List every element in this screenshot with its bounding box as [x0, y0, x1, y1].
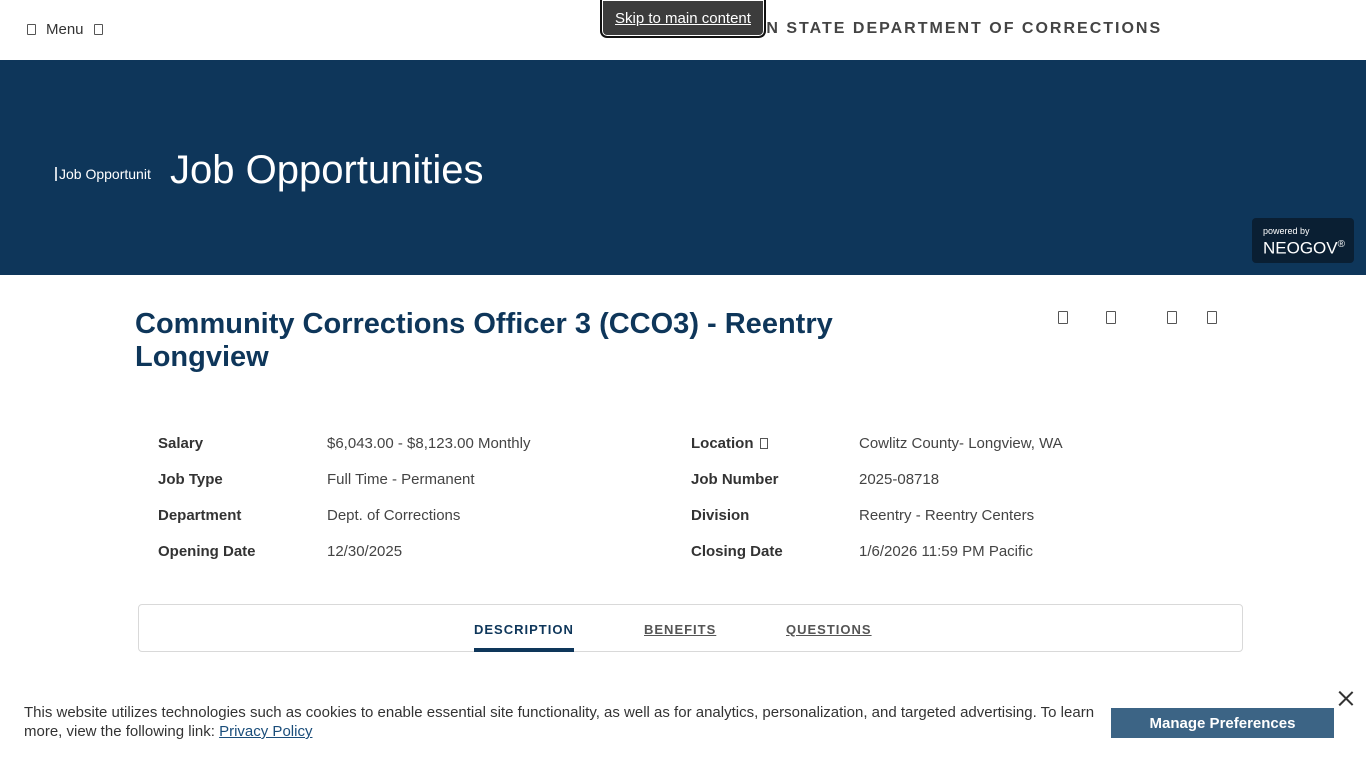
tab-questions[interactable]: QUESTIONS: [786, 622, 872, 637]
opening-date-value: 12/30/2025: [327, 543, 403, 560]
detail-row: Job Type Full Time - Permanent Job Numbe…: [158, 471, 1258, 491]
closing-date-label: Closing Date: [691, 543, 783, 560]
job-number-value: 2025-08718: [859, 471, 940, 488]
agency-logo: Job Opportunities: [55, 163, 151, 185]
salary-label: Salary: [158, 435, 204, 452]
location-label[interactable]: Location: [691, 435, 768, 452]
email-icon[interactable]: [1106, 311, 1116, 324]
chevron-down-icon: [93, 24, 103, 35]
job-number-label: Job Number: [691, 471, 779, 488]
active-tab-indicator: [474, 648, 574, 652]
department-label: Department: [158, 507, 242, 524]
opening-date-label: Opening Date: [158, 543, 256, 560]
detail-row: Department Dept. of Corrections Division…: [158, 507, 1258, 527]
share-icon[interactable]: [1207, 311, 1217, 324]
location-value: Cowlitz County- Longview, WA: [859, 435, 1063, 452]
detail-row: Salary $6,043.00 - $8,123.00 Monthly Loc…: [158, 435, 1258, 455]
tab-description[interactable]: DESCRIPTION: [474, 622, 574, 637]
job-type-label: Job Type: [158, 471, 223, 488]
division-label: Division: [691, 507, 750, 524]
division-value: Reentry - Reentry Centers: [859, 507, 1035, 524]
registered-mark: ®: [1337, 239, 1345, 250]
close-icon[interactable]: [1338, 690, 1354, 706]
closing-date-value: 1/6/2026 11:59 PM Pacific: [859, 543, 1033, 560]
top-navbar: Menu WASHINGTON STATE DEPARTMENT OF CORR…: [0, 0, 1366, 60]
hero-banner: Job Opportunities Job Opportunities powe…: [0, 60, 1366, 275]
menu-label: Menu: [46, 21, 84, 38]
skip-link-label: Skip to main content: [615, 9, 751, 27]
salary-value: $6,043.00 - $8,123.00 Monthly: [327, 435, 531, 452]
cookie-banner: This website utilizes technologies such …: [0, 680, 1366, 768]
agency-logo-alt: Job Opportunities: [59, 166, 151, 182]
facebook-icon[interactable]: [1167, 311, 1177, 324]
manage-preferences-button[interactable]: Manage Preferences: [1111, 708, 1334, 738]
privacy-policy-link[interactable]: Privacy Policy: [219, 723, 312, 740]
menu-button[interactable]: Menu: [27, 21, 103, 38]
job-title: Community Corrections Officer 3 (CCO3) -…: [135, 308, 833, 373]
powered-by-label: powered by: [1263, 226, 1310, 236]
cookie-message: This website utilizes technologies such …: [24, 704, 1095, 740]
broken-image-icon: [55, 167, 57, 181]
neogov-brand: NEOGOV: [1263, 238, 1338, 258]
print-icon[interactable]: [1058, 311, 1068, 324]
location-info-icon[interactable]: [759, 438, 768, 449]
tab-benefits[interactable]: BENEFITS: [644, 622, 716, 637]
page-title: Job Opportunities: [170, 148, 484, 192]
detail-row: Opening Date 12/30/2025 Closing Date 1/6…: [158, 543, 1258, 563]
skip-to-main-link[interactable]: Skip to main content: [600, 0, 766, 38]
powered-by-neogov-badge[interactable]: powered by NEOGOV®: [1252, 218, 1354, 263]
job-tabs: DESCRIPTION BENEFITS QUESTIONS: [138, 604, 1243, 652]
job-type-value: Full Time - Permanent: [327, 471, 475, 488]
hamburger-icon: [27, 24, 36, 35]
department-value: Dept. of Corrections: [327, 507, 461, 524]
